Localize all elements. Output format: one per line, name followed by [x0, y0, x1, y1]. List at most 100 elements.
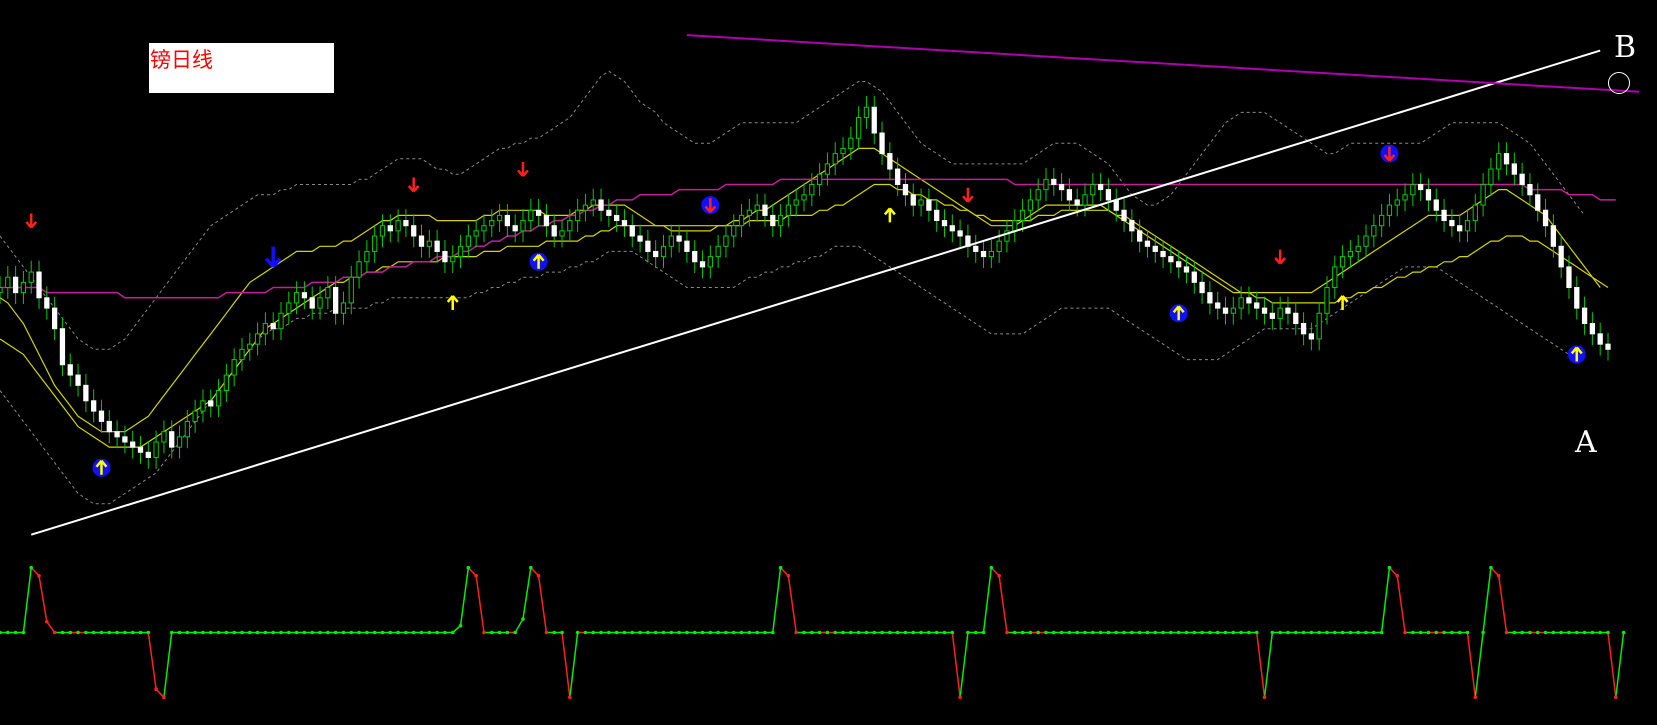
candle-body — [122, 436, 128, 443]
candle-body — [559, 230, 565, 237]
oscillator-point — [1465, 630, 1470, 635]
candle-body — [1535, 194, 1541, 211]
oscillator-point — [1403, 630, 1407, 635]
oscillator-point — [263, 630, 268, 635]
oscillator-point — [888, 630, 892, 635]
oscillator-point — [419, 630, 424, 635]
oscillator-point — [1028, 630, 1033, 635]
oscillator-point — [1208, 630, 1212, 635]
candle-body — [364, 250, 370, 263]
oscillator-segment — [1615, 632, 1625, 698]
oscillator-point — [1083, 630, 1087, 635]
candle-body — [1324, 287, 1330, 314]
candle-body — [1246, 297, 1252, 304]
candle-body — [988, 250, 994, 258]
candle-body — [145, 451, 151, 458]
down-arrow-icon — [517, 162, 529, 177]
candle-body — [551, 225, 557, 237]
candle-body — [137, 446, 144, 453]
candle-body — [403, 220, 409, 227]
oscillator-point — [388, 630, 393, 635]
candle-body — [1121, 209, 1127, 222]
oscillator-point — [1457, 630, 1462, 635]
oscillator-point — [193, 630, 197, 635]
oscillator-point — [130, 630, 135, 635]
candle-body — [871, 106, 877, 134]
candle-body — [887, 153, 893, 170]
oscillator-point — [856, 630, 861, 635]
chart-title-box: 镑日线 — [149, 43, 334, 93]
oscillator-segment — [1263, 632, 1274, 698]
candle-body — [426, 240, 432, 247]
oscillator-point — [849, 630, 853, 635]
oscillator-point — [630, 630, 635, 635]
oscillator-point — [372, 630, 377, 635]
candle-body — [902, 184, 909, 196]
candle-body — [528, 209, 534, 222]
oscillator-point — [1567, 630, 1571, 635]
oscillator-point — [474, 574, 478, 578]
circle-marker — [1608, 72, 1630, 94]
oscillator-point — [1106, 630, 1111, 635]
oscillator-point — [1059, 630, 1064, 635]
candle-body — [130, 441, 136, 448]
oscillator-segment — [1255, 632, 1266, 698]
oscillator-segment — [514, 618, 524, 633]
oscillator-point — [950, 630, 955, 635]
oscillator-point — [1153, 630, 1158, 635]
oscillator-point — [763, 630, 767, 635]
oscillator-point — [201, 630, 205, 635]
oscillator-point — [872, 630, 877, 635]
candle-body — [1332, 266, 1338, 288]
candle-body — [934, 209, 940, 222]
oscillator-point — [1520, 630, 1524, 635]
candle-body — [746, 209, 752, 216]
candle-body — [1605, 343, 1611, 350]
candle-body — [996, 240, 1002, 252]
trendlines — [30, 34, 1640, 536]
oscillator-segment — [959, 632, 969, 698]
oscillator-point — [68, 630, 73, 635]
ma-mid-line — [0, 183, 1609, 448]
ma-fast-line — [0, 147, 1601, 433]
oscillator-point — [84, 630, 88, 635]
candle-body — [1433, 199, 1439, 211]
candle-body — [1410, 184, 1416, 196]
candle-body — [59, 328, 66, 366]
candle-body — [1261, 307, 1268, 314]
candle-body — [489, 220, 495, 227]
candle-body — [348, 276, 354, 304]
oscillator-point — [154, 687, 158, 691]
candle-body — [309, 297, 315, 309]
oscillator-point — [271, 630, 276, 635]
candle-body — [832, 153, 838, 165]
oscillator-point — [443, 630, 447, 635]
oscillator-point — [958, 695, 962, 700]
oscillator-point — [903, 630, 908, 635]
oscillator-point — [1020, 630, 1025, 635]
candle-body — [340, 302, 347, 314]
candle-body — [1519, 173, 1525, 185]
oscillator-point — [1262, 695, 1267, 700]
candle-body — [1371, 225, 1377, 237]
candle-body — [28, 271, 34, 283]
candle-body — [1183, 266, 1190, 273]
candle-body — [809, 184, 815, 196]
oscillator-point — [1387, 565, 1392, 570]
candle-body — [91, 400, 97, 412]
candle-body — [692, 250, 698, 263]
candle-body — [926, 199, 932, 211]
oscillator-point — [247, 630, 252, 635]
candle-body — [629, 225, 635, 237]
oscillator-point — [450, 630, 455, 635]
oscillator-point — [646, 630, 650, 635]
oscillator-point — [981, 630, 986, 635]
oscillator-segment — [1482, 567, 1492, 633]
candle-body — [1113, 199, 1119, 211]
oscillator-point — [1301, 630, 1306, 635]
oscillator-segment — [569, 632, 579, 698]
candle-body — [770, 214, 776, 227]
oscillator-point — [1145, 630, 1150, 635]
oscillator-point — [37, 574, 41, 578]
oscillator-point — [1606, 630, 1610, 635]
